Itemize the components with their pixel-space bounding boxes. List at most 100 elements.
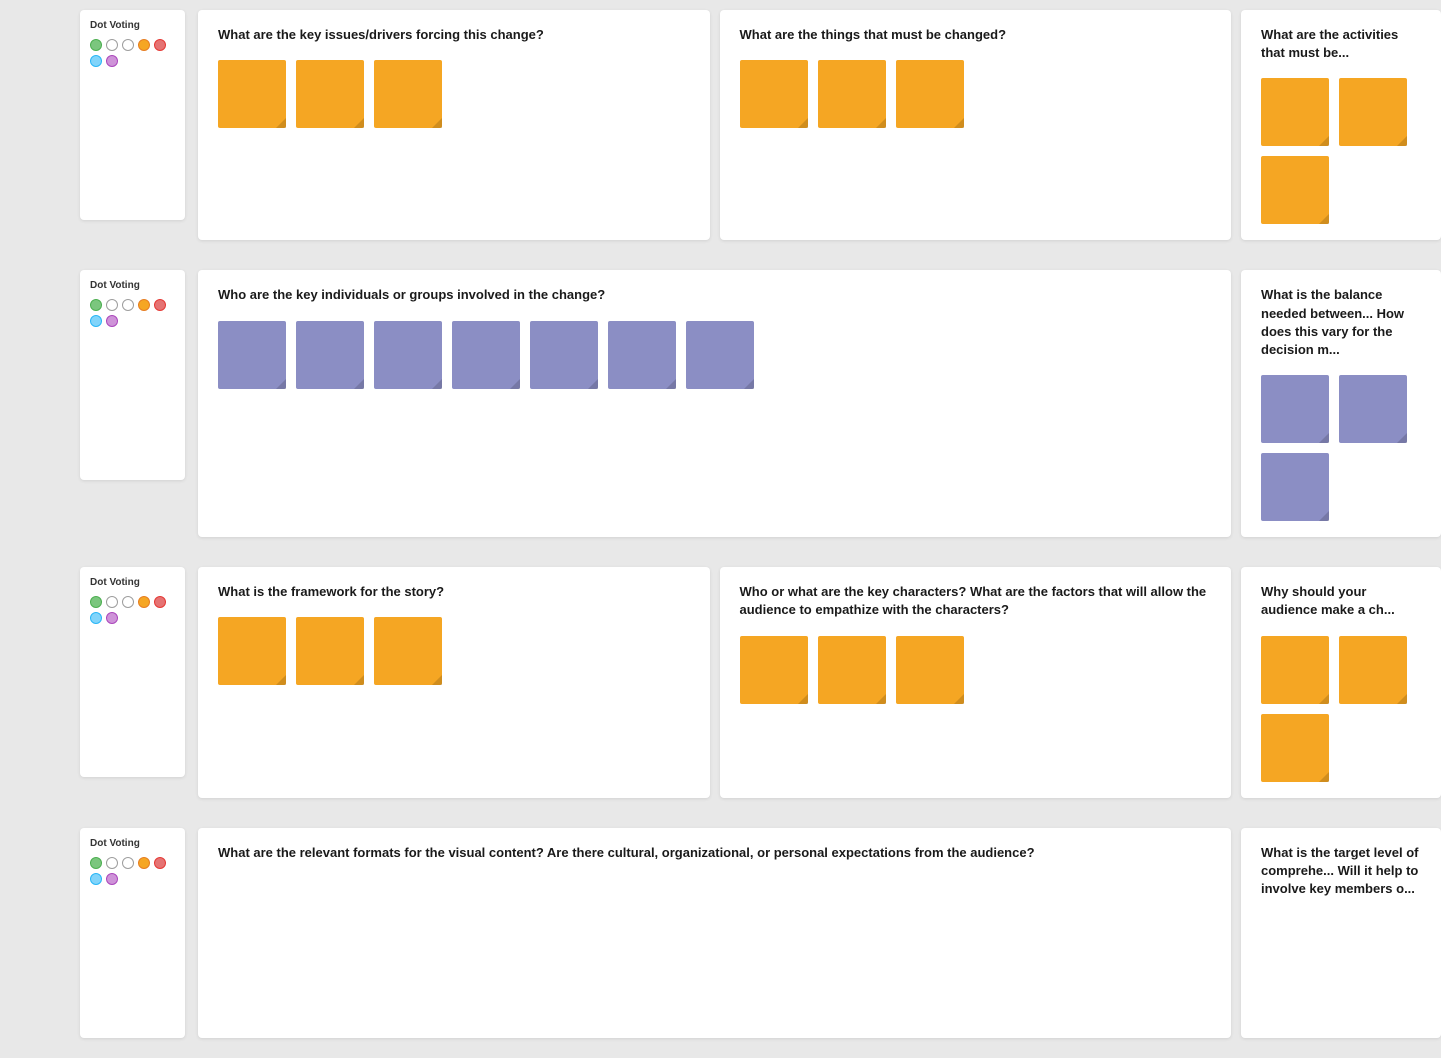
sticky-note-3[interactable] — [374, 321, 442, 389]
dot-6[interactable] — [90, 315, 102, 327]
dot-5[interactable] — [154, 39, 166, 51]
dot-voting-label: Dot Voting — [90, 838, 175, 849]
card-title: What is the balance needed between... Ho… — [1261, 286, 1421, 359]
dot-1[interactable] — [90, 857, 102, 869]
sticky-notes — [218, 617, 690, 685]
sticky-notes — [218, 60, 690, 128]
dot-1[interactable] — [90, 299, 102, 311]
card-panel-1: What are the relevant formats for the vi… — [198, 828, 1231, 1038]
sticky-note-1[interactable] — [218, 60, 286, 128]
dot-1[interactable] — [90, 39, 102, 51]
sticky-note-2[interactable] — [818, 636, 886, 704]
card-title: Who are the key individuals or groups in… — [218, 286, 1211, 304]
sticky-notes — [1261, 78, 1421, 224]
sticky-note-1[interactable] — [1261, 78, 1329, 146]
dot-4[interactable] — [138, 857, 150, 869]
dot-voting-panel: Dot Voting — [80, 270, 185, 480]
dot-7[interactable] — [106, 315, 118, 327]
panels-container: What is the framework for the story? Who … — [193, 557, 1441, 807]
dot-2[interactable] — [106, 857, 118, 869]
sticky-note-5[interactable] — [530, 321, 598, 389]
sticky-note-2[interactable] — [1339, 78, 1407, 146]
card-title: What are the relevant formats for the vi… — [218, 844, 1211, 862]
sticky-note-1[interactable] — [740, 60, 808, 128]
row-3: Dot Voting What is the framework for the … — [0, 557, 1441, 807]
row-1: Dot Voting What are the key issues/driver… — [0, 0, 1441, 250]
dot-4[interactable] — [138, 596, 150, 608]
sticky-note-3[interactable] — [1261, 156, 1329, 224]
sticky-note-1[interactable] — [1261, 375, 1329, 443]
panels-container: What are the relevant formats for the vi… — [193, 818, 1441, 1048]
dot-row — [90, 299, 175, 327]
dot-3[interactable] — [122, 596, 134, 608]
dot-7[interactable] — [106, 55, 118, 67]
dot-6[interactable] — [90, 612, 102, 624]
dot-6[interactable] — [90, 55, 102, 67]
sticky-note-1[interactable] — [218, 321, 286, 389]
sticky-note-2[interactable] — [1339, 375, 1407, 443]
card-panel-partial-2: What is the target level of comprehe... … — [1241, 828, 1441, 1038]
sticky-note-3[interactable] — [1261, 714, 1329, 782]
dot-3[interactable] — [122, 299, 134, 311]
card-panel-2: Who or what are the key characters? What… — [720, 567, 1232, 797]
dot-7[interactable] — [106, 612, 118, 624]
dot-3[interactable] — [122, 39, 134, 51]
sticky-note-1[interactable] — [1261, 636, 1329, 704]
sticky-note-2[interactable] — [818, 60, 886, 128]
card-title: What are the things that must be changed… — [740, 26, 1212, 44]
dot-voting-label: Dot Voting — [90, 20, 175, 31]
sticky-note-1[interactable] — [218, 617, 286, 685]
dot-2[interactable] — [106, 299, 118, 311]
card-panel-2: What are the things that must be changed… — [720, 10, 1232, 240]
dot-4[interactable] — [138, 299, 150, 311]
card-title: Who or what are the key characters? What… — [740, 583, 1212, 619]
sticky-notes — [740, 60, 1212, 128]
card-title: What are the key issues/drivers forcing … — [218, 26, 690, 44]
sticky-note-2[interactable] — [296, 321, 364, 389]
card-title: Why should your audience make a ch... — [1261, 583, 1421, 619]
sticky-note-3[interactable] — [896, 60, 964, 128]
dot-row — [90, 857, 175, 885]
sticky-note-3[interactable] — [1261, 453, 1329, 521]
dot-row — [90, 596, 175, 624]
sticky-note-3[interactable] — [374, 617, 442, 685]
card-panel-partial-3: Why should your audience make a ch... — [1241, 567, 1441, 797]
sticky-notes — [1261, 636, 1421, 782]
sticky-note-6[interactable] — [608, 321, 676, 389]
panels-container: Who are the key individuals or groups in… — [193, 260, 1441, 547]
sticky-note-2[interactable] — [296, 617, 364, 685]
card-panel-1: What is the framework for the story? — [198, 567, 710, 797]
dot-2[interactable] — [106, 596, 118, 608]
sticky-note-7[interactable] — [686, 321, 754, 389]
sticky-notes — [740, 636, 1212, 704]
sticky-note-4[interactable] — [452, 321, 520, 389]
dot-5[interactable] — [154, 299, 166, 311]
card-panel-1: Who are the key individuals or groups in… — [198, 270, 1231, 537]
dot-voting-panel: Dot Voting — [80, 10, 185, 220]
card-title: What are the activities that must be... — [1261, 26, 1421, 62]
sticky-note-3[interactable] — [374, 60, 442, 128]
dot-1[interactable] — [90, 596, 102, 608]
sticky-note-2[interactable] — [1339, 636, 1407, 704]
dot-voting-panel: Dot Voting — [80, 828, 185, 1038]
sticky-notes — [218, 321, 1211, 389]
dot-voting-label: Dot Voting — [90, 280, 175, 291]
card-panel-partial-3: What are the activities that must be... — [1241, 10, 1441, 240]
sticky-note-2[interactable] — [296, 60, 364, 128]
dot-5[interactable] — [154, 596, 166, 608]
dot-2[interactable] — [106, 39, 118, 51]
dot-5[interactable] — [154, 857, 166, 869]
row-2: Dot Voting Who are the key individuals or… — [0, 260, 1441, 547]
row-4: Dot Voting What are the relevant formats … — [0, 818, 1441, 1048]
sticky-note-1[interactable] — [740, 636, 808, 704]
sticky-note-3[interactable] — [896, 636, 964, 704]
dot-4[interactable] — [138, 39, 150, 51]
panels-container: What are the key issues/drivers forcing … — [193, 0, 1441, 250]
dot-6[interactable] — [90, 873, 102, 885]
card-panel-1: What are the key issues/drivers forcing … — [198, 10, 710, 240]
card-panel-partial-2: What is the balance needed between... Ho… — [1241, 270, 1441, 537]
dot-voting-label: Dot Voting — [90, 577, 175, 588]
dot-7[interactable] — [106, 873, 118, 885]
dot-3[interactable] — [122, 857, 134, 869]
card-title: What is the target level of comprehe... … — [1261, 844, 1421, 899]
